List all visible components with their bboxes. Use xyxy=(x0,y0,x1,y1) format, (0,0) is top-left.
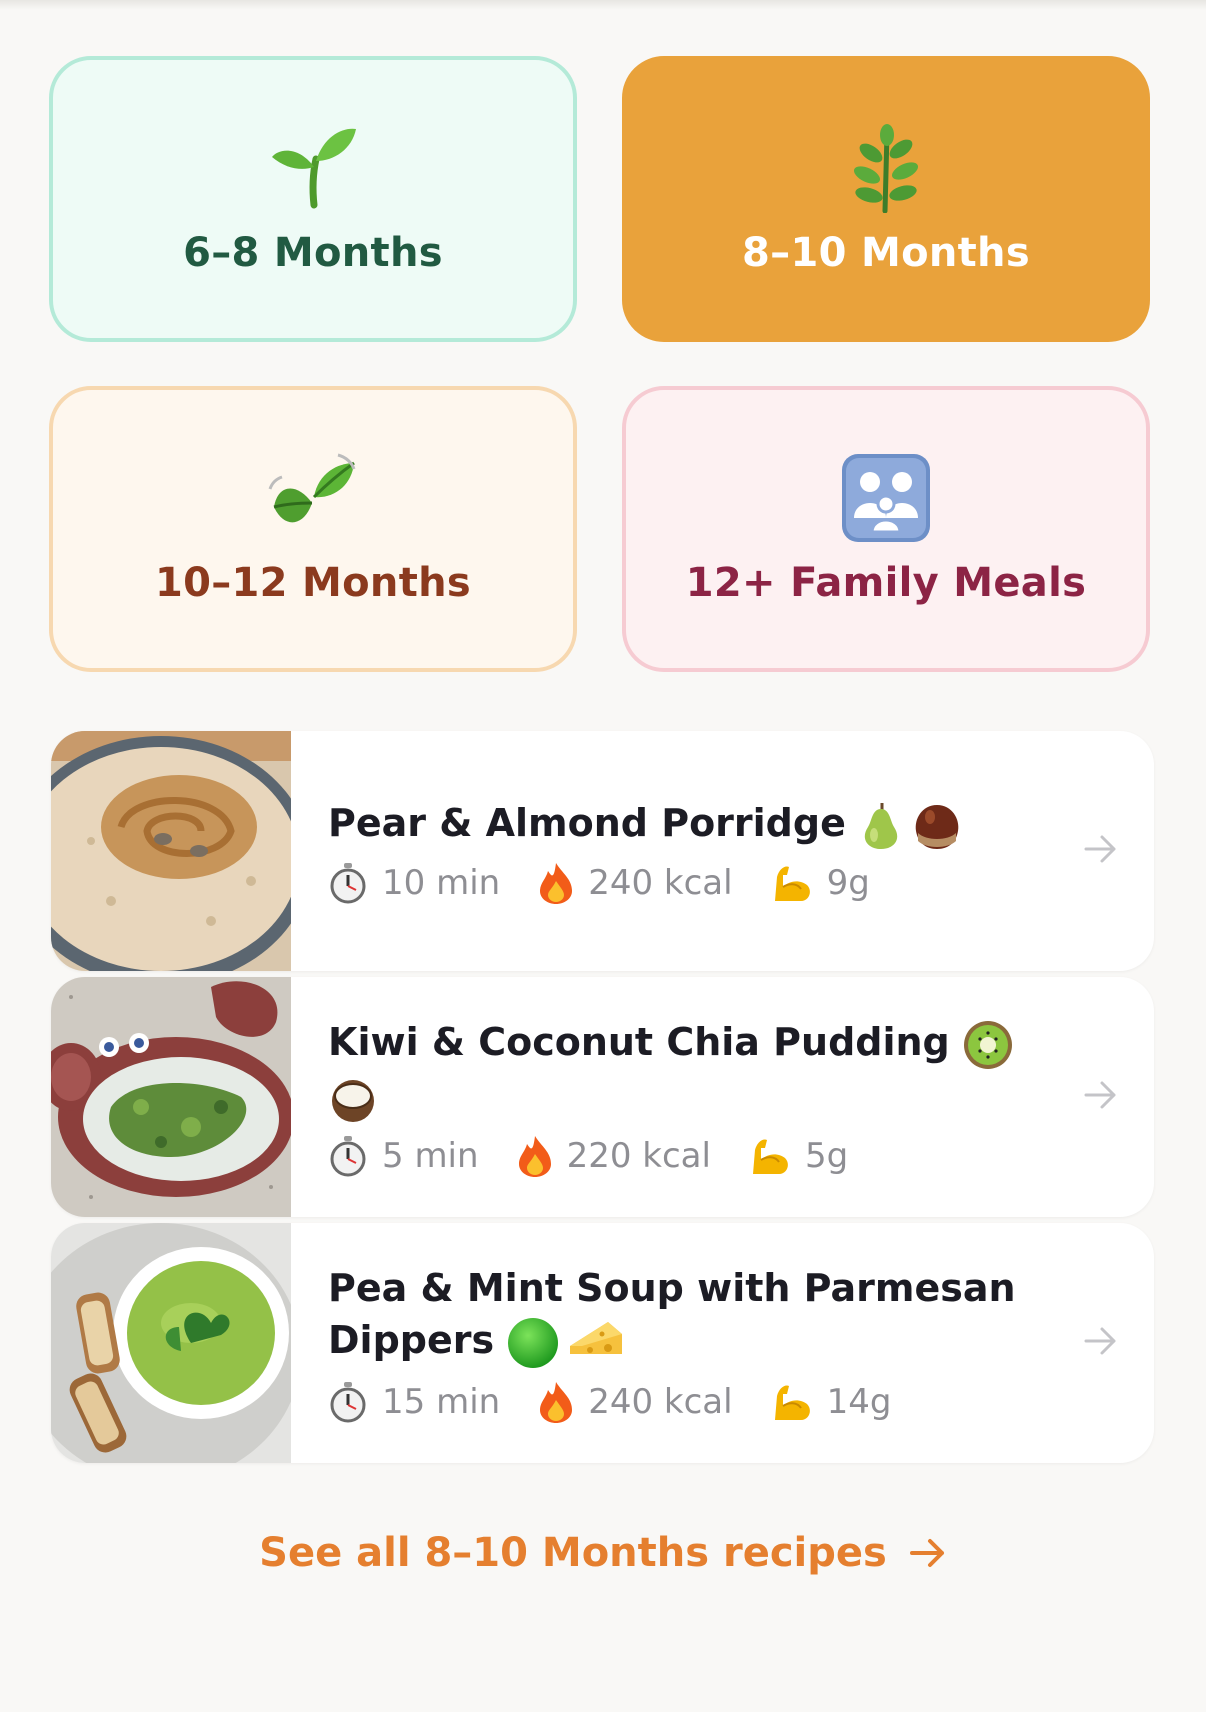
age-tile-label: 10–12 Months xyxy=(154,560,472,606)
recipe-info: Pea & Mint Soup with Parmesan Dippers 15… xyxy=(328,1223,1058,1463)
fire-icon xyxy=(540,1381,573,1423)
arrow-right-icon xyxy=(1084,1081,1116,1109)
stopwatch-icon xyxy=(330,1136,366,1177)
protein-meta: 14g xyxy=(771,1381,892,1422)
protein-meta: 5g xyxy=(749,1136,848,1176)
recipe-title-text: Pear & Almond Porridge xyxy=(328,801,846,846)
age-tile-label: 6–8 Months xyxy=(183,230,443,276)
arrow-right-icon xyxy=(1084,835,1116,863)
cheese-icon xyxy=(570,1321,623,1354)
prep-time: 15 min xyxy=(382,1381,501,1422)
arrow-right-icon xyxy=(1084,1327,1116,1355)
recipe-meta: 15 min 240 kcal 14g xyxy=(328,1380,1058,1424)
sprout-icon xyxy=(265,120,361,216)
time-meta: 5 min xyxy=(328,1135,479,1177)
scroll-edge xyxy=(0,0,1206,10)
recipe-card[interactable]: Pear & Almond Porridge 10 min 240 kcal 9… xyxy=(51,731,1154,971)
recipe-info: Pear & Almond Porridge 10 min 240 kcal 9… xyxy=(328,731,1058,971)
recipe-meta: 5 min 220 kcal 5g xyxy=(328,1134,1058,1178)
pear-icon xyxy=(864,802,898,849)
age-tile-8-10-months[interactable]: 8–10 Months xyxy=(622,56,1150,342)
age-tile-10-12-months[interactable]: 10–12 Months xyxy=(49,386,577,672)
chia-pudding-photo xyxy=(51,977,291,1217)
recipe-meta: 10 min 240 kcal 9g xyxy=(328,861,1058,905)
protein: 5g xyxy=(804,1136,849,1176)
kcal-meta: 240 kcal xyxy=(538,861,733,905)
age-tile-label: 12+ Family Meals xyxy=(685,560,1087,606)
recipe-title-text: Kiwi & Coconut Chia Pudding xyxy=(328,1020,950,1064)
herb-icon xyxy=(838,120,934,216)
prep-time: 5 min xyxy=(382,1136,479,1176)
green-circle-icon xyxy=(508,1317,559,1368)
protein-meta: 9g xyxy=(771,863,870,903)
recipe-card[interactable]: Pea & Mint Soup with Parmesan Dippers 15… xyxy=(51,1223,1154,1463)
stopwatch-icon xyxy=(330,1381,366,1423)
flexed-biceps-icon xyxy=(752,1139,788,1174)
protein: 14g xyxy=(826,1381,892,1422)
calories: 240 kcal xyxy=(588,862,733,903)
fire-icon xyxy=(540,862,573,904)
family-icon xyxy=(838,450,934,546)
recipe-card[interactable]: Kiwi & Coconut Chia Pudding 5 min 220 kc… xyxy=(51,977,1154,1217)
arrow-right-icon xyxy=(909,1539,944,1567)
protein: 9g xyxy=(826,862,870,903)
kiwi-icon xyxy=(963,1020,1012,1069)
porridge-photo xyxy=(51,731,291,971)
recipe-title: Kiwi & Coconut Chia Pudding xyxy=(328,1016,1058,1124)
flexed-biceps-icon xyxy=(774,1385,810,1420)
leaves-icon xyxy=(265,450,361,546)
prep-time: 10 min xyxy=(382,862,501,903)
recipe-title: Pea & Mint Soup with Parmesan Dippers xyxy=(328,1262,1058,1370)
see-all-label: See all 8–10 Months recipes xyxy=(259,1530,887,1576)
stopwatch-icon xyxy=(330,862,366,904)
recipe-title-text: Pea & Mint Soup with Parmesan Dippers xyxy=(328,1266,1016,1363)
pea-soup-photo xyxy=(51,1223,291,1463)
recipes-screen: 6–8 Months 8–10 Months 10–12 Months 12+ … xyxy=(0,0,1206,1712)
flexed-biceps-icon xyxy=(774,866,810,901)
time-meta: 15 min xyxy=(328,1381,500,1423)
calories: 240 kcal xyxy=(588,1381,733,1422)
see-all-recipes-link[interactable]: See all 8–10 Months recipes xyxy=(0,1530,1206,1576)
kcal-meta: 240 kcal xyxy=(538,1380,733,1424)
kcal-meta: 220 kcal xyxy=(517,1134,711,1178)
age-tile-6-8-months[interactable]: 6–8 Months xyxy=(49,56,577,342)
chestnut-icon xyxy=(915,804,959,849)
time-meta: 10 min xyxy=(328,862,500,904)
age-tile-12-plus-family[interactable]: 12+ Family Meals xyxy=(622,386,1150,672)
recipe-info: Kiwi & Coconut Chia Pudding 5 min 220 kc… xyxy=(328,977,1058,1217)
fire-icon xyxy=(518,1136,551,1177)
age-tile-label: 8–10 Months xyxy=(742,230,1030,276)
recipe-title: Pear & Almond Porridge xyxy=(328,797,1058,851)
coconut-icon xyxy=(332,1080,374,1122)
calories: 220 kcal xyxy=(566,1136,711,1176)
